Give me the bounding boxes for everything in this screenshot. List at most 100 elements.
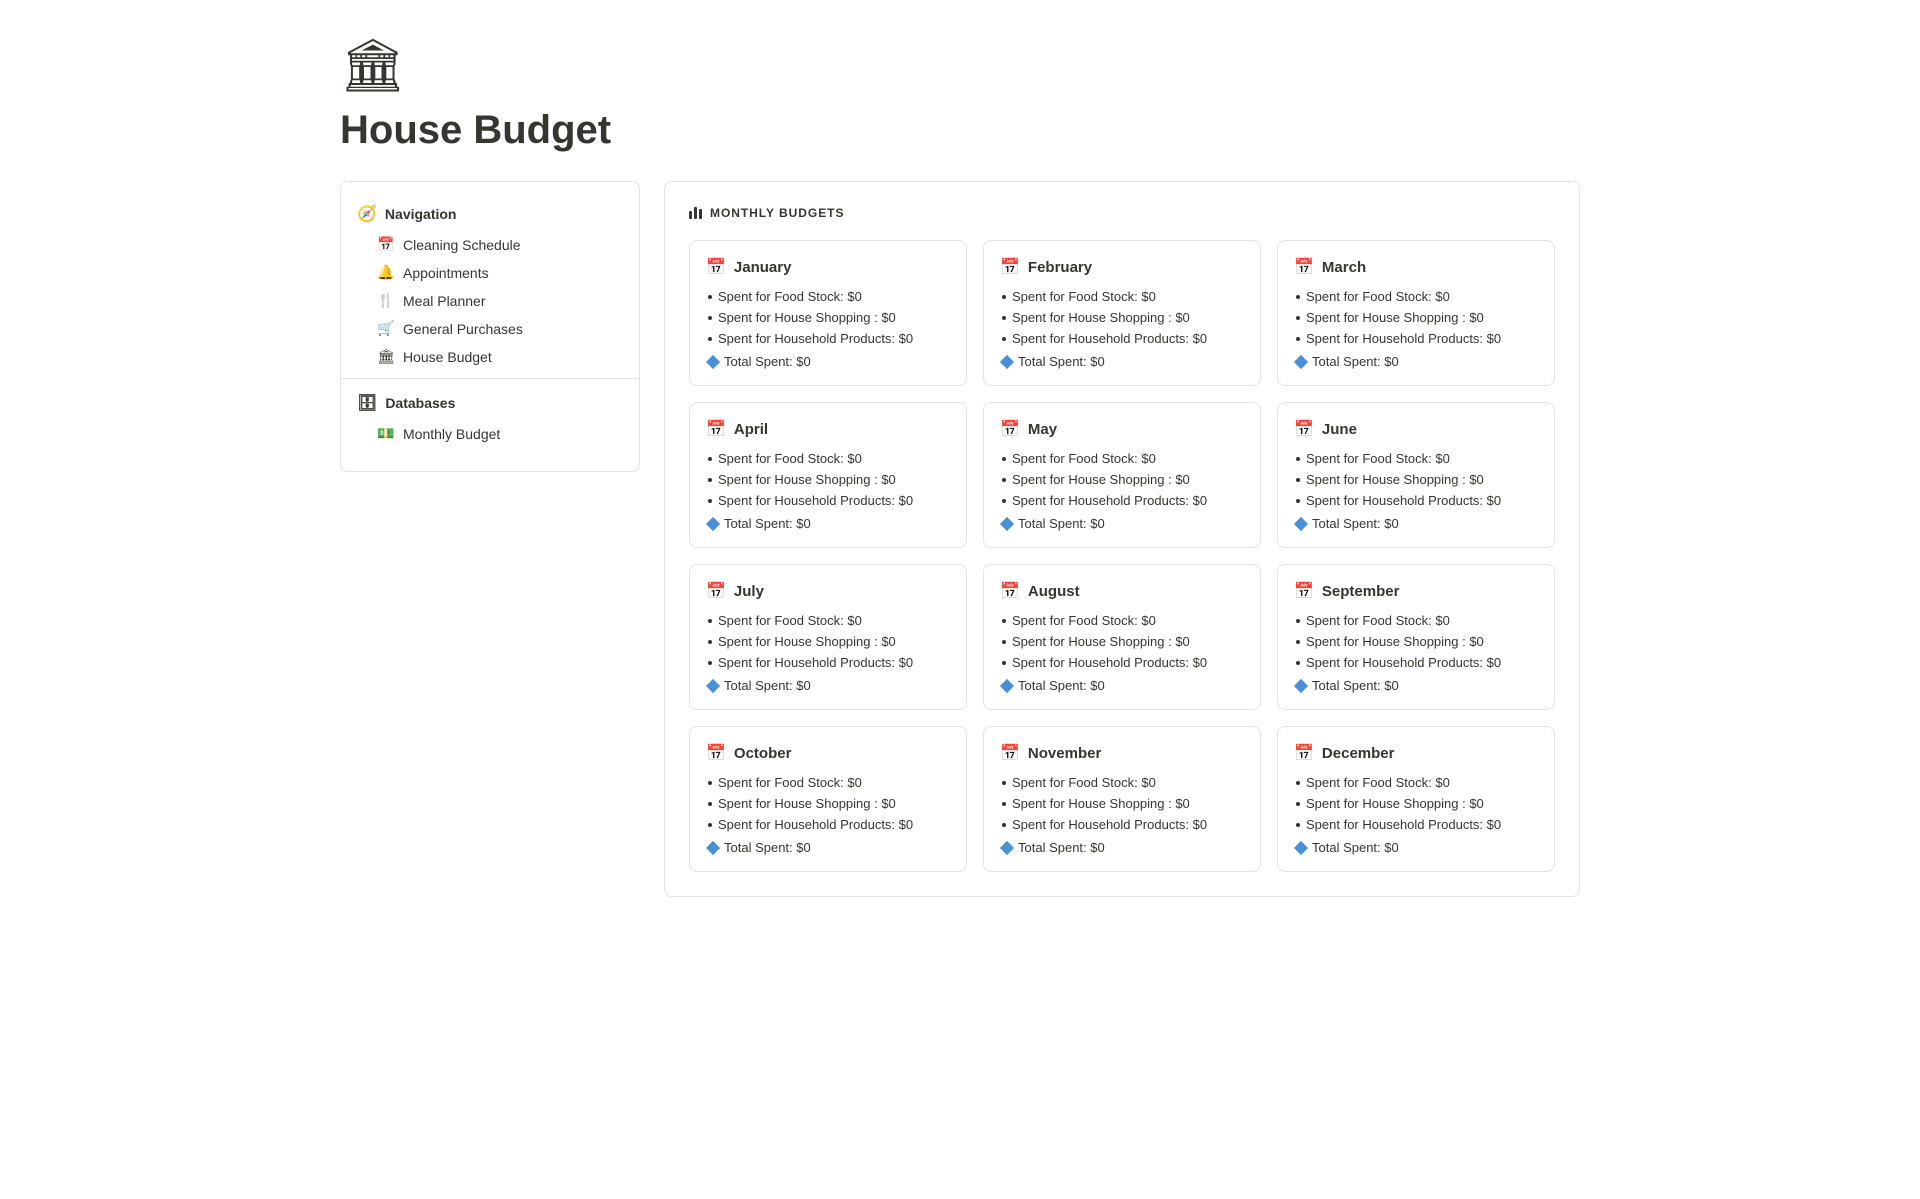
calendar-icon: 📅: [1000, 419, 1020, 439]
household-products-label: Spent for Household Products: $0: [718, 655, 913, 670]
monthly-budget-label: Monthly Budget: [403, 426, 500, 442]
month-card-september[interactable]: 📅 September Spent for Food Stock: $0 Spe…: [1277, 564, 1555, 710]
house-shopping-line: Spent for House Shopping : $0: [1000, 310, 1244, 325]
db-section-label: Databases: [385, 395, 455, 411]
total-spent-line: Total Spent: $0: [706, 516, 950, 531]
diamond-icon: [1294, 840, 1308, 854]
diamond-icon: [706, 516, 720, 530]
bullet-icon: [1296, 499, 1300, 503]
bullet-icon: [1296, 337, 1300, 341]
household-products-label: Spent for Household Products: $0: [1012, 655, 1207, 670]
month-header-november: 📅 November: [1000, 743, 1244, 763]
sidebar-item-appointments[interactable]: 🔔 Appointments: [345, 259, 635, 286]
food-stock-line: Spent for Food Stock: $0: [706, 613, 950, 628]
nav-section-header[interactable]: 🧭 Navigation: [341, 198, 639, 230]
diamond-icon: [1294, 678, 1308, 692]
month-card-april[interactable]: 📅 April Spent for Food Stock: $0 Spent f…: [689, 402, 967, 548]
month-card-november[interactable]: 📅 November Spent for Food Stock: $0 Spen…: [983, 726, 1261, 872]
sidebar-item-house-budget[interactable]: 🏛 House Budget: [345, 343, 635, 370]
month-name-september: September: [1322, 583, 1400, 600]
household-products-line: Spent for Household Products: $0: [1294, 655, 1538, 670]
household-products-line: Spent for Household Products: $0: [706, 817, 950, 832]
total-spent-line: Total Spent: $0: [1000, 516, 1244, 531]
bullet-icon: [1002, 295, 1006, 299]
house-shopping-line: Spent for House Shopping : $0: [1294, 634, 1538, 649]
bullet-icon: [1296, 478, 1300, 482]
house-shopping-line: Spent for House Shopping : $0: [706, 634, 950, 649]
bullet-icon: [708, 640, 712, 644]
food-stock-line: Spent for Food Stock: $0: [1000, 775, 1244, 790]
monthly-budgets-header: MONTHLY BUDGETS: [689, 206, 1555, 220]
sidebar-item-meal-planner[interactable]: 🍴 Meal Planner: [345, 287, 635, 314]
month-card-august[interactable]: 📅 August Spent for Food Stock: $0 Spent …: [983, 564, 1261, 710]
house-shopping-label: Spent for House Shopping : $0: [1012, 796, 1190, 811]
bullet-icon: [1002, 478, 1006, 482]
bullet-icon: [1002, 823, 1006, 827]
total-spent-label: Total Spent: $0: [1018, 516, 1105, 531]
house-shopping-line: Spent for House Shopping : $0: [706, 796, 950, 811]
food-stock-label: Spent for Food Stock: $0: [1012, 451, 1156, 466]
bullet-icon: [708, 316, 712, 320]
food-stock-label: Spent for Food Stock: $0: [718, 289, 862, 304]
cleaning-schedule-icon: 📅: [377, 236, 395, 253]
sidebar-item-general-purchases[interactable]: 🛒 General Purchases: [345, 315, 635, 342]
house-shopping-label: Spent for House Shopping : $0: [718, 472, 896, 487]
bullet-icon: [1002, 802, 1006, 806]
house-shopping-line: Spent for House Shopping : $0: [1000, 796, 1244, 811]
house-shopping-label: Spent for House Shopping : $0: [1012, 634, 1190, 649]
food-stock-line: Spent for Food Stock: $0: [1000, 613, 1244, 628]
total-spent-line: Total Spent: $0: [1294, 354, 1538, 369]
diamond-icon: [1000, 678, 1014, 692]
db-section-header[interactable]: 🗄 Databases: [341, 387, 639, 419]
household-products-label: Spent for Household Products: $0: [718, 493, 913, 508]
bullet-icon: [1002, 457, 1006, 461]
appointments-icon: 🔔: [377, 264, 395, 281]
household-products-label: Spent for Household Products: $0: [718, 331, 913, 346]
food-stock-label: Spent for Food Stock: $0: [1306, 289, 1450, 304]
house-shopping-label: Spent for House Shopping : $0: [1306, 310, 1484, 325]
month-card-october[interactable]: 📅 October Spent for Food Stock: $0 Spent…: [689, 726, 967, 872]
house-shopping-label: Spent for House Shopping : $0: [1306, 472, 1484, 487]
sidebar-item-cleaning-schedule[interactable]: 📅 Cleaning Schedule: [345, 231, 635, 258]
household-products-label: Spent for Household Products: $0: [1012, 331, 1207, 346]
bullet-icon: [708, 499, 712, 503]
general-purchases-label: General Purchases: [403, 321, 523, 337]
household-products-label: Spent for Household Products: $0: [1306, 493, 1501, 508]
house-shopping-label: Spent for House Shopping : $0: [1306, 796, 1484, 811]
total-spent-label: Total Spent: $0: [724, 840, 811, 855]
sidebar-item-monthly-budget[interactable]: 💵 Monthly Budget: [345, 420, 635, 447]
calendar-icon: 📅: [1294, 581, 1314, 601]
main-layout: 🧭 Navigation 📅 Cleaning Schedule 🔔 Appoi…: [340, 181, 1580, 897]
month-card-february[interactable]: 📅 February Spent for Food Stock: $0 Spen…: [983, 240, 1261, 386]
month-name-march: March: [1322, 259, 1366, 276]
calendar-icon: 📅: [706, 581, 726, 601]
total-spent-line: Total Spent: $0: [1294, 840, 1538, 855]
bullet-icon: [1296, 781, 1300, 785]
house-shopping-label: Spent for House Shopping : $0: [1306, 634, 1484, 649]
month-card-december[interactable]: 📅 December Spent for Food Stock: $0 Spen…: [1277, 726, 1555, 872]
appointments-label: Appointments: [403, 265, 489, 281]
month-name-december: December: [1322, 745, 1395, 762]
month-card-july[interactable]: 📅 July Spent for Food Stock: $0 Spent fo…: [689, 564, 967, 710]
month-card-january[interactable]: 📅 January Spent for Food Stock: $0 Spent…: [689, 240, 967, 386]
month-card-june[interactable]: 📅 June Spent for Food Stock: $0 Spent fo…: [1277, 402, 1555, 548]
meal-planner-icon: 🍴: [377, 292, 395, 309]
total-spent-label: Total Spent: $0: [1018, 678, 1105, 693]
bullet-icon: [1296, 802, 1300, 806]
total-spent-label: Total Spent: $0: [724, 354, 811, 369]
month-header-april: 📅 April: [706, 419, 950, 439]
month-card-march[interactable]: 📅 March Spent for Food Stock: $0 Spent f…: [1277, 240, 1555, 386]
house-budget-label: House Budget: [403, 349, 492, 365]
month-name-may: May: [1028, 421, 1057, 438]
total-spent-label: Total Spent: $0: [1312, 840, 1399, 855]
sidebar-divider: [341, 378, 639, 379]
food-stock-line: Spent for Food Stock: $0: [1294, 289, 1538, 304]
food-stock-line: Spent for Food Stock: $0: [1294, 613, 1538, 628]
calendar-icon: 📅: [706, 257, 726, 277]
month-card-may[interactable]: 📅 May Spent for Food Stock: $0 Spent for…: [983, 402, 1261, 548]
total-spent-label: Total Spent: $0: [724, 516, 811, 531]
house-shopping-label: Spent for House Shopping : $0: [1012, 310, 1190, 325]
food-stock-line: Spent for Food Stock: $0: [1294, 451, 1538, 466]
food-stock-label: Spent for Food Stock: $0: [718, 613, 862, 628]
nav-section-label: Navigation: [385, 206, 457, 222]
